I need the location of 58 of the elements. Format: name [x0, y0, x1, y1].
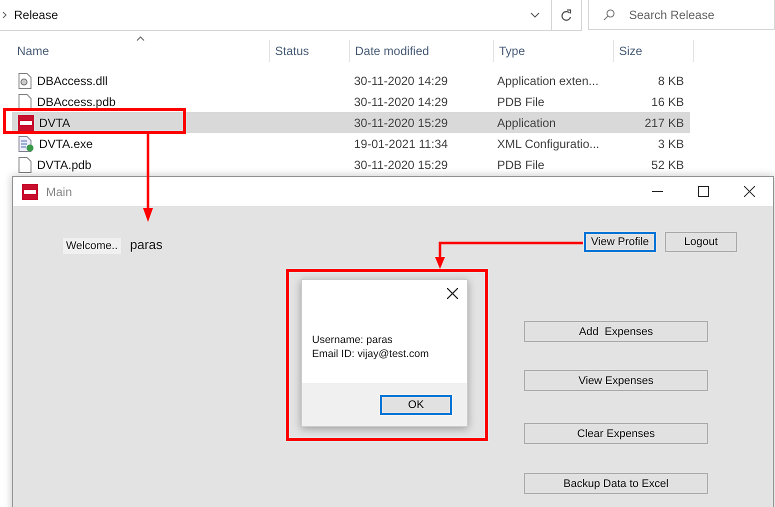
file-row[interactable]: DVTA.exe 19-01-2021 11:34 XML Configuratio... 3 KB	[12, 133, 690, 154]
file-name: DBAccess.pdb	[37, 94, 116, 108]
file-row[interactable]: DBAccess.dll 30-11-2020 14:29 Application exten... 8 KB	[12, 70, 690, 91]
action-button[interactable]: Backup Data to Excel	[524, 473, 708, 494]
maximize-icon[interactable]	[698, 186, 709, 197]
column-header[interactable]: Type	[499, 44, 526, 58]
action-button[interactable]: Clear Expenses	[524, 423, 708, 444]
file-row[interactable]: DBAccess.pdb 30-11-2020 14:29 PDB File 16 KB	[12, 91, 690, 112]
file-row[interactable]: DVTA.pdb 30-11-2020 15:29 PDB File 52 KB	[12, 154, 690, 175]
search-input[interactable]: Search Release	[627, 6, 771, 22]
file-name: DVTA.exe	[39, 136, 93, 150]
file-name: DVTA	[39, 116, 70, 130]
file-type: PDB File	[497, 94, 544, 108]
welcome-label: Welcome..	[63, 238, 121, 254]
dialog-text: Email ID: vijay@test.com	[312, 347, 429, 361]
dropdown-icon[interactable]	[530, 12, 540, 18]
date-modified: 30-11-2020 14:29	[354, 94, 448, 108]
close-icon[interactable]	[744, 186, 755, 197]
file-size: 8 KB	[658, 74, 684, 88]
username-label: paras	[130, 237, 163, 252]
window-title: Main	[46, 184, 72, 198]
search-icon	[603, 8, 615, 20]
file-type: Application exten...	[497, 74, 599, 88]
date-modified: 19-01-2021 11:34	[354, 136, 448, 150]
date-modified: 30-11-2020 14:29	[354, 74, 448, 88]
breadcrumb[interactable]: Release	[14, 8, 58, 22]
top-button[interactable]: Logout	[665, 232, 737, 252]
config-file-icon	[18, 136, 34, 152]
file-type: Application	[497, 116, 556, 130]
refresh-icon[interactable]	[560, 8, 572, 22]
column-header[interactable]: Status	[275, 44, 310, 58]
close-icon[interactable]	[447, 288, 458, 299]
file-type: XML Configuratio...	[497, 136, 600, 150]
column-header[interactable]: Name	[17, 44, 50, 58]
top-button[interactable]: View Profile	[584, 232, 656, 252]
file-name: DVTA.pdb	[37, 158, 92, 172]
action-button[interactable]: View Expenses	[524, 370, 708, 391]
file-row[interactable]: DVTA 30-11-2020 15:29 Application 217 KB	[12, 112, 690, 133]
date-modified: 30-11-2020 15:29	[354, 158, 448, 172]
app-icon	[22, 184, 38, 200]
file-name: DBAccess.dll	[37, 74, 108, 88]
date-modified: 30-11-2020 15:29	[354, 116, 448, 130]
action-button[interactable]: Add Expenses	[524, 321, 708, 342]
gear-file-icon	[18, 72, 32, 88]
file-size: 217 KB	[644, 116, 684, 130]
file-type: PDB File	[497, 158, 544, 172]
column-header[interactable]: Date modified	[355, 44, 430, 58]
file-icon	[18, 156, 32, 172]
app-icon	[18, 114, 34, 130]
chevron-icon[interactable]	[2, 11, 7, 19]
dialog-text: Username: paras	[312, 333, 394, 347]
file-size: 52 KB	[651, 158, 684, 172]
file-size: 3 KB	[658, 136, 684, 150]
file-icon	[18, 94, 32, 110]
file-size: 16 KB	[651, 94, 684, 108]
ok-button[interactable]: OK	[380, 394, 452, 414]
search-field[interactable]: Search Release	[588, 0, 775, 30]
column-header[interactable]: Size	[619, 44, 642, 58]
